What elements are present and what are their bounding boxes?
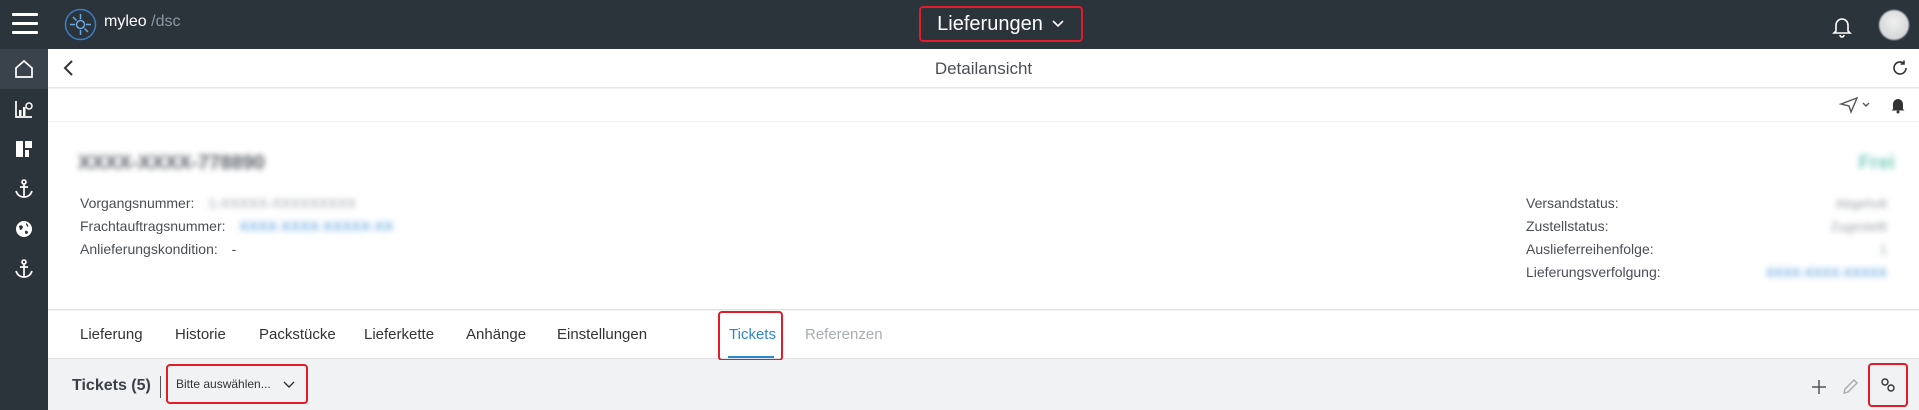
column-settings-button[interactable] [1868, 363, 1908, 407]
tab-packstuecke[interactable]: Packstücke [259, 326, 336, 343]
nav-port[interactable] [0, 249, 48, 289]
field-versandstatus-label: Versandstatus: [1526, 195, 1619, 211]
user-avatar[interactable] [1879, 10, 1909, 40]
field-label: Frachtauftragsnummer: [80, 218, 226, 234]
menu-icon[interactable] [12, 13, 38, 35]
field-zustellstatus-label: Zustellstatus: [1526, 218, 1609, 234]
tickets-title: Tickets (5) [72, 377, 151, 394]
anchor-icon [15, 179, 33, 198]
brand-sub: dsc [155, 13, 181, 30]
top-bar: myleo /dsc Lieferungen [0, 0, 1919, 49]
field-auslieferreihenfolge-value: 1 [1879, 242, 1887, 257]
nav-dashboard[interactable] [0, 129, 48, 169]
field-versandstatus-value: Abgeholt [1835, 196, 1887, 211]
detail-header: Detailansicht [48, 49, 1919, 88]
chevron-down-icon [1052, 20, 1064, 28]
delivery-status: Frei [1858, 152, 1895, 174]
tickets-toolbar: Tickets (5) Bitte auswählen... [48, 360, 1919, 410]
nav-shipping[interactable] [0, 169, 48, 209]
edit-pencil-icon[interactable] [1841, 378, 1859, 396]
delivery-info-card: XXXX-XXXX-778890 Frei Vorgangsnummer: 1-… [48, 122, 1919, 310]
field-zustellstatus-value: Zugestellt [1830, 219, 1887, 234]
delivery-title: XXXX-XXXX-778890 [78, 152, 265, 174]
field-auslieferreihenfolge-label: Auslieferreihenfolge: [1526, 241, 1654, 257]
nav-global[interactable] [0, 209, 48, 249]
field-value: - [231, 241, 237, 257]
nav-analytics[interactable] [0, 89, 48, 129]
field-label: Anlieferungskondition: [80, 241, 218, 257]
action-row [48, 89, 1919, 122]
tab-anhaenge[interactable]: Anhänge [466, 326, 526, 343]
refresh-icon[interactable] [1891, 59, 1909, 77]
anchor-icon [15, 259, 33, 278]
left-navigation [0, 49, 48, 410]
chevron-down-icon [283, 381, 295, 388]
tab-tickets[interactable]: Tickets [729, 326, 776, 343]
field-vorgangsnummer: Vorgangsnummer: 1-XXXXX-XXXXXXXXX [80, 195, 356, 211]
globe-icon [16, 221, 32, 237]
send-icon[interactable] [1839, 95, 1873, 115]
module-title: Lieferungen [937, 12, 1043, 35]
select-placeholder: Bitte auswählen... [176, 377, 271, 391]
notification-bell-icon[interactable] [1830, 14, 1854, 38]
tab-lieferkette[interactable]: Lieferkette [364, 326, 434, 343]
bell-filled-icon[interactable] [1889, 96, 1907, 114]
myleo-logo-icon[interactable] [64, 8, 97, 41]
module-switcher[interactable]: Lieferungen [919, 6, 1083, 42]
field-anlieferungskondition: Anlieferungskondition: - [80, 241, 236, 257]
dashboard-icon [16, 141, 32, 157]
tab-historie[interactable]: Historie [175, 326, 226, 343]
detail-tabs: Lieferung Historie Packstücke Lieferkett… [48, 311, 1919, 361]
brand-main: myleo [104, 13, 147, 30]
field-value: 1-XXXXX-XXXXXXXXX [208, 195, 357, 211]
page-title: Detailansicht [934, 59, 1033, 78]
add-icon[interactable] [1810, 378, 1828, 396]
field-lieferungsverfolgung-label: Lieferungsverfolgung: [1526, 264, 1661, 280]
nav-home[interactable] [0, 49, 48, 89]
settings-circles-icon [1881, 378, 1895, 392]
tab-einstellungen[interactable]: Einstellungen [557, 326, 647, 343]
brand-name[interactable]: myleo /dsc [104, 13, 181, 31]
ticket-filter-select[interactable]: Bitte auswählen... [166, 364, 308, 404]
home-icon [15, 59, 33, 78]
tab-referenzen: Referenzen [805, 326, 883, 343]
chart-icon [15, 101, 33, 118]
field-label: Vorgangsnummer: [80, 195, 195, 211]
active-tab-indicator [728, 356, 774, 358]
field-value-link[interactable]: XXXX-XXXX-XXXXX-XX [239, 218, 393, 234]
divider [160, 376, 161, 398]
field-lieferungsverfolgung-link[interactable]: XXXX-XXXX-XXXXX [1766, 265, 1887, 280]
field-frachtauftragsnummer: Frachtauftragsnummer: XXXX-XXXX-XXXXX-XX [80, 218, 393, 234]
tab-lieferung[interactable]: Lieferung [80, 326, 143, 343]
